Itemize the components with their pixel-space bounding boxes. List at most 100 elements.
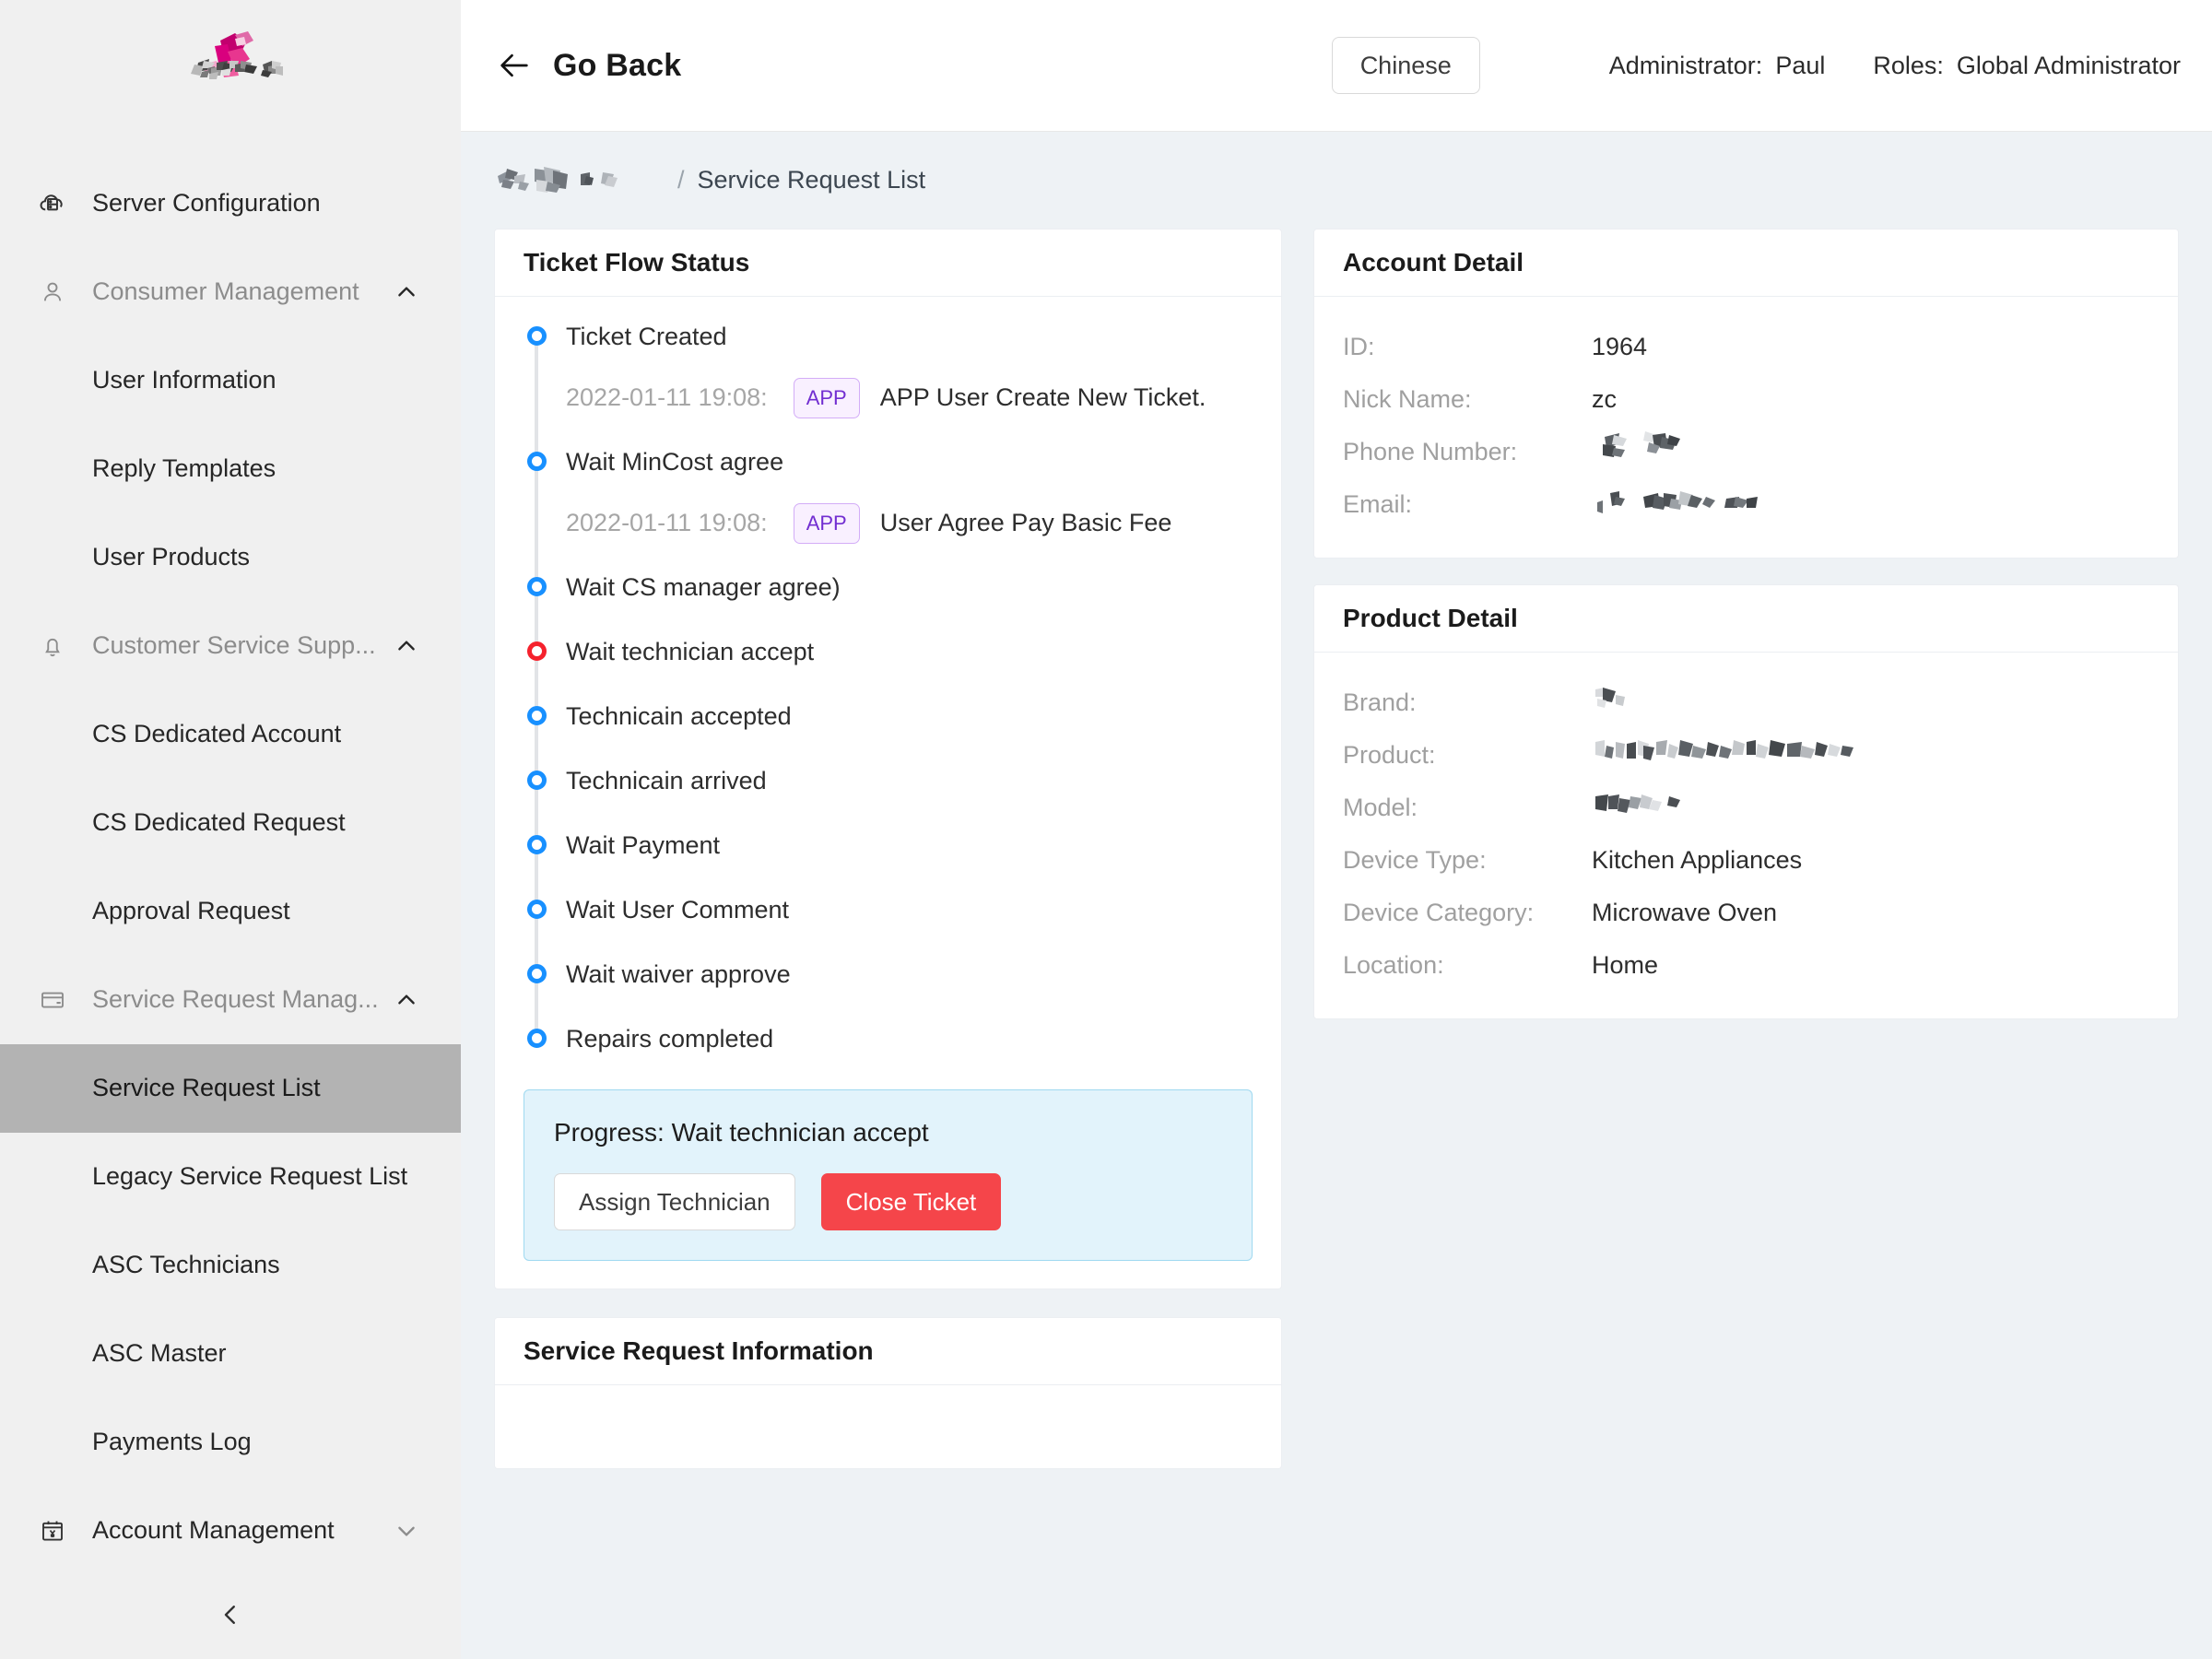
sidebar-item-user-products[interactable]: User Products [0, 513, 461, 602]
detail-label: Device Category: [1343, 899, 1535, 926]
sidebar-item-label: Payments Log [92, 1428, 252, 1456]
sidebar-item-label: Reply Templates [92, 454, 276, 483]
detail-row: Device Category: Microwave Oven [1343, 887, 2149, 938]
sidebar-item-approval-request[interactable]: Approval Request [0, 867, 461, 956]
detail-value-nick-name: zc [1592, 385, 1617, 413]
sidebar-item-cs-dedicated-account[interactable]: CS Dedicated Account [0, 690, 461, 779]
detail-row: Device Type: Kitchen Appliances [1343, 834, 2149, 886]
right-column: Account Detail ID: 1964 Nick Name: zc Ph… [1313, 229, 2179, 1019]
account-detail-body: ID: 1964 Nick Name: zc Phone Number: Ema… [1314, 297, 2178, 558]
detail-row: Model: [1343, 782, 2149, 833]
sidebar-item-user-information[interactable]: User Information [0, 336, 461, 425]
timeline-step-detail: 2022-01-11 19:08: APP APP User Create Ne… [566, 372, 1211, 422]
detail-label: Email: [1343, 490, 1413, 518]
service-request-information-body [495, 1385, 1281, 1468]
chevron-up-icon[interactable] [391, 988, 422, 1012]
bell-icon [37, 630, 68, 662]
timeline-dot-icon [527, 706, 547, 725]
detail-value-email-redacted [1592, 478, 1896, 530]
sidebar-item-service-request-management[interactable]: Service Request Manag... [0, 956, 461, 1044]
detail-label: ID: [1343, 333, 1375, 360]
ticket-flow-status-title: Ticket Flow Status [495, 229, 1281, 297]
detail-label: Model: [1343, 794, 1418, 821]
sidebar: Server Configuration Consumer Management… [0, 0, 461, 1659]
progress-text: Progress: Wait technician accept [554, 1118, 929, 1147]
app-root: Server Configuration Consumer Management… [0, 0, 2212, 1659]
administrator-value: Paul [1775, 51, 1826, 79]
sidebar-item-legacy-service-request-list[interactable]: Legacy Service Request List [0, 1133, 461, 1221]
service-request-information-title: Service Request Information [495, 1318, 1281, 1385]
main-area: Go Back Chinese Administrator: Paul Role… [461, 0, 2212, 1659]
timeline-dot-icon [527, 1029, 547, 1048]
timeline-step-label: Technicain arrived [566, 767, 767, 794]
sidebar-item-label: CS Dedicated Account [92, 720, 342, 748]
breadcrumb-current: Service Request List [697, 166, 926, 194]
page-content: Ticket Flow Status Ticket Created 2022-0… [461, 229, 2212, 1659]
detail-row: Email: [1343, 478, 2149, 530]
detail-label: Phone Number: [1343, 438, 1518, 465]
cloud-server-icon [37, 188, 68, 219]
timeline-step: Repairs completed [524, 1023, 1253, 1054]
chevron-down-icon[interactable] [391, 1519, 422, 1543]
detail-value-phone-number-redacted [1592, 426, 1804, 477]
timeline-step-label: Wait Payment [566, 831, 721, 859]
sidebar-item-cs-dedicated-request[interactable]: CS Dedicated Request [0, 779, 461, 867]
sidebar-item-payments-log[interactable]: Payments Log [0, 1398, 461, 1487]
timeline-message: APP User Create New Ticket. [879, 383, 1206, 411]
go-back-button[interactable]: Go Back [494, 45, 681, 86]
timeline-step-label: Wait MinCost agree [566, 448, 784, 476]
product-detail-body: Brand: Product: Model: Device Type: Kitc… [1314, 653, 2178, 1018]
timeline-track [535, 337, 538, 1034]
timeline-dot-icon [527, 835, 547, 854]
timeline-step-label: Wait technician accept [566, 638, 815, 665]
detail-value-id: 1964 [1592, 333, 1648, 360]
sidebar-item-server-configuration[interactable]: Server Configuration [0, 159, 461, 248]
progress-alert-box: Progress: Wait technician accept Assign … [524, 1089, 1253, 1261]
sidebar-item-label: Server Configuration [92, 189, 321, 218]
sidebar-nav: Server Configuration Consumer Management… [0, 152, 461, 1575]
sidebar-item-service-request-list[interactable]: Service Request List [0, 1043, 461, 1133]
sidebar-item-asc-technicians[interactable]: ASC Technicians [0, 1221, 461, 1310]
breadcrumb-root-redacted[interactable] [494, 161, 665, 200]
account-detail-title: Account Detail [1314, 229, 2178, 297]
product-detail-card: Product Detail Brand: Product: Model: De… [1313, 584, 2179, 1019]
timeline-step-label: Technicain accepted [566, 702, 792, 730]
sidebar-item-label: CS Dedicated Request [92, 808, 346, 837]
sidebar-item-consumer-management[interactable]: Consumer Management [0, 248, 461, 336]
timeline-step-label: Wait CS manager agree) [566, 573, 841, 601]
sidebar-item-label: User Products [92, 543, 251, 571]
left-column: Ticket Flow Status Ticket Created 2022-0… [494, 229, 1282, 1469]
sidebar-item-reply-templates[interactable]: Reply Templates [0, 425, 461, 513]
arrow-left-icon [494, 45, 535, 86]
timeline-dot-icon [527, 452, 547, 471]
chevron-up-icon[interactable] [391, 634, 422, 658]
timeline-dot-icon [527, 577, 547, 596]
breadcrumb: / Service Request List [461, 132, 2212, 229]
close-ticket-button[interactable]: Close Ticket [820, 1173, 1002, 1230]
sidebar-item-label: Legacy Service Request List [92, 1162, 408, 1191]
timeline-dot-icon [527, 900, 547, 919]
language-switch-button[interactable]: Chinese [1331, 37, 1480, 94]
source-badge: APP [793, 378, 860, 418]
account-detail-card: Account Detail ID: 1964 Nick Name: zc Ph… [1313, 229, 2179, 559]
service-request-information-card: Service Request Information [494, 1317, 1282, 1469]
sidebar-item-account-management[interactable]: Account Management [0, 1487, 461, 1575]
sidebar-item-asc-master[interactable]: ASC Master [0, 1310, 461, 1398]
timeline-step-label: Repairs completed [566, 1025, 774, 1053]
sidebar-item-label: Consumer Management [92, 277, 359, 306]
product-detail-title: Product Detail [1314, 585, 2178, 653]
detail-value-device-type: Kitchen Appliances [1592, 846, 1803, 874]
timeline-dot-icon [527, 771, 547, 790]
ticket-timeline: Ticket Created 2022-01-11 19:08: APP APP… [524, 321, 1253, 1054]
detail-label: Product: [1343, 741, 1436, 769]
roles-value: Global Administrator [1956, 51, 2181, 79]
chevron-up-icon[interactable] [391, 280, 422, 304]
assign-technician-button[interactable]: Assign Technician [554, 1173, 795, 1230]
go-back-label: Go Back [553, 47, 682, 83]
sidebar-item-customer-service-support[interactable]: Customer Service Supp... [0, 602, 461, 690]
timeline-step: Wait User Comment [524, 894, 1253, 925]
sidebar-item-label: Service Request List [92, 1074, 321, 1102]
sidebar-item-label: Approval Request [92, 897, 290, 925]
roles-label: Roles: [1873, 51, 1944, 79]
sidebar-collapse-button[interactable] [0, 1575, 461, 1659]
